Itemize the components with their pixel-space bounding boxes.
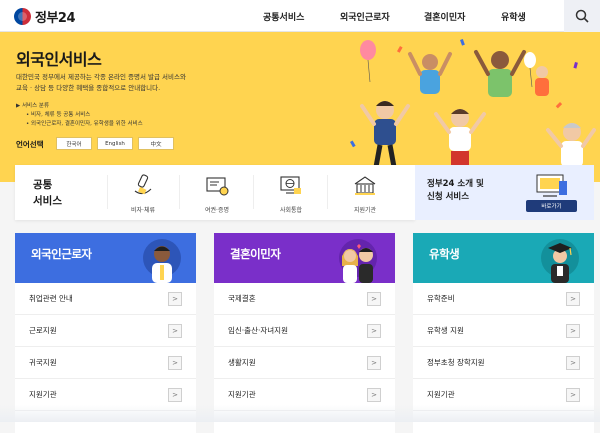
logo-text: 정부24 [35, 10, 76, 26]
divider [107, 175, 108, 209]
service-label: 사회통합 [279, 207, 303, 214]
promo-line2: 신청 서비스 [427, 192, 470, 202]
chevron-right-icon[interactable]: > [367, 356, 381, 370]
service-visa[interactable]: 비자·체류 [111, 171, 175, 214]
common-title-line1: 공통 [33, 179, 53, 191]
row-label: 정부초청 장학지원 [427, 358, 485, 367]
card-header[interactable]: 외국인근로자 [15, 233, 196, 283]
row-label: 유학생 지원 [427, 326, 464, 335]
chevron-right-icon[interactable]: > [367, 388, 381, 402]
gov24-intro-panel: 정부24 소개 및 신청 서비스 바로가기 [415, 165, 594, 220]
visa-stamp-icon [134, 174, 152, 195]
chevron-right-icon[interactable]: > [367, 292, 381, 306]
language-label: 언어선택 [16, 140, 44, 149]
service-category-list: ▶ 서비스 분류 • 비자, 체류 등 공통 서비스 • 외국인근로자, 결혼이… [16, 102, 143, 129]
service-label: 비자·체류 [131, 207, 155, 214]
chevron-right-icon[interactable]: > [566, 324, 580, 338]
certificate-icon [206, 177, 229, 196]
promo-text: 정부24 소개 및 신청 서비스 [427, 178, 484, 204]
monitor-globe-icon [280, 176, 301, 194]
card-row[interactable]: 생활지원 > [214, 347, 395, 379]
chevron-right-icon[interactable]: > [168, 388, 182, 402]
card-students: 유학생 유학준비 > 유학생 지원 > 정부초청 장학지원 > 지원기관 > [413, 233, 594, 433]
row-label: 지원기관 [228, 390, 256, 399]
card-title: 유학생 [429, 247, 460, 261]
card-row[interactable]: 취업관련 안내 > [15, 283, 196, 315]
search-button[interactable] [564, 0, 600, 32]
divider [253, 175, 254, 209]
category-item: • 비자, 체류 등 공통 서비스 [26, 112, 91, 118]
gov24-logo[interactable]: 정부24 [14, 7, 76, 26]
card-row[interactable]: 유학생 지원 > [413, 315, 594, 347]
divider [179, 175, 180, 209]
nav-foreign-workers[interactable]: 외국인근로자 [340, 10, 390, 23]
go-button[interactable]: 바로가기 [526, 200, 577, 212]
card-row[interactable]: 귀국지원 > [15, 347, 196, 379]
common-services-panel: 공통 서비스 비자·체류 여권·증명 사회통합 지원기관 [15, 165, 415, 220]
computer-icon [536, 174, 567, 197]
card-title: 결혼이민자 [230, 247, 281, 261]
hero-desc-line2: 교육 · 상담 등 다양한 혜택을 종합적으로 안내합니다. [16, 84, 161, 92]
common-services-title: 공통 서비스 [33, 177, 62, 209]
hero-banner: 외국인서비스 대한민국 정부에서 제공하는 각종 온라인 증명서 발급 서비스와… [0, 32, 600, 182]
card-title: 외국인근로자 [31, 247, 92, 261]
card-marriage-immigrants: 결혼이민자 국제결혼 > 임신·출산·자녀지원 > 생활지원 > 지원기관 > [214, 233, 395, 433]
nav-students[interactable]: 유학생 [501, 10, 526, 23]
row-label: 귀국지원 [29, 358, 57, 367]
hero-illustration [350, 38, 596, 182]
row-label: 취업관련 안내 [29, 294, 73, 303]
card-header[interactable]: 유학생 [413, 233, 594, 283]
service-social-integration[interactable]: 사회통합 [259, 171, 323, 214]
row-label: 지원기관 [427, 390, 455, 399]
promo-line1: 정부24 소개 및 [427, 179, 484, 189]
row-label: 국제결혼 [228, 294, 256, 303]
row-label: 유학준비 [427, 294, 455, 303]
taegeuk-logo-icon [14, 7, 31, 25]
card-row[interactable]: 유학준비 > [413, 283, 594, 315]
card-foreign-workers: 외국인근로자 취업관련 안내 > 근로지원 > 귀국지원 > 지원기관 > [15, 233, 196, 433]
chevron-right-icon[interactable]: > [367, 324, 381, 338]
row-label: 지원기관 [29, 390, 57, 399]
category-heading: ▶ 서비스 분류 [16, 103, 50, 109]
couple-avatar-icon [339, 239, 377, 283]
divider [327, 175, 328, 209]
card-row[interactable]: 근로지원 > [15, 315, 196, 347]
service-label: 지원기관 [353, 207, 377, 214]
hero-desc-line1: 대한민국 정부에서 제공하는 각종 온라인 증명서 발급 서비스와 [16, 73, 186, 81]
category-item: • 외국인근로자, 결혼이민자, 유학생을 위한 서비스 [26, 121, 143, 127]
site-header: 정부24 공통서비스 외국인근로자 결혼이민자 유학생 [0, 0, 600, 32]
worker-avatar-icon [143, 239, 181, 283]
search-icon [575, 9, 589, 23]
lang-english-button[interactable]: English [97, 137, 133, 150]
service-label: 여권·증명 [205, 207, 229, 214]
chevron-right-icon[interactable]: > [566, 292, 580, 306]
chevron-right-icon[interactable]: > [168, 324, 182, 338]
student-avatar-icon [541, 239, 579, 283]
hero-description: 대한민국 정부에서 제공하는 각종 온라인 증명서 발급 서비스와 교육 · 상… [16, 72, 246, 94]
card-row[interactable]: 국제결혼 > [214, 283, 395, 315]
nav-common-services[interactable]: 공통서비스 [263, 10, 304, 23]
common-title-line2: 서비스 [33, 195, 62, 207]
service-support-agencies[interactable]: 지원기관 [333, 171, 397, 214]
page-title: 외국인서비스 [16, 50, 102, 69]
lang-chinese-button[interactable]: 中文 [138, 137, 174, 150]
nav-marriage-immigrants[interactable]: 결혼이민자 [424, 10, 465, 23]
chevron-right-icon[interactable]: > [168, 356, 182, 370]
chevron-right-icon[interactable]: > [566, 356, 580, 370]
building-icon [354, 176, 376, 195]
row-label: 근로지원 [29, 326, 57, 335]
lang-korean-button[interactable]: 한국어 [56, 137, 92, 150]
card-header[interactable]: 결혼이민자 [214, 233, 395, 283]
card-row[interactable]: 임신·출산·자녀지원 > [214, 315, 395, 347]
card-row[interactable]: 정부초청 장학지원 > [413, 347, 594, 379]
row-label: 임신·출산·자녀지원 [228, 326, 288, 335]
chevron-right-icon[interactable]: > [566, 388, 580, 402]
service-passport[interactable]: 여권·증명 [185, 171, 249, 214]
bottom-fade [0, 405, 600, 422]
chevron-right-icon[interactable]: > [168, 292, 182, 306]
row-label: 생활지원 [228, 358, 256, 367]
